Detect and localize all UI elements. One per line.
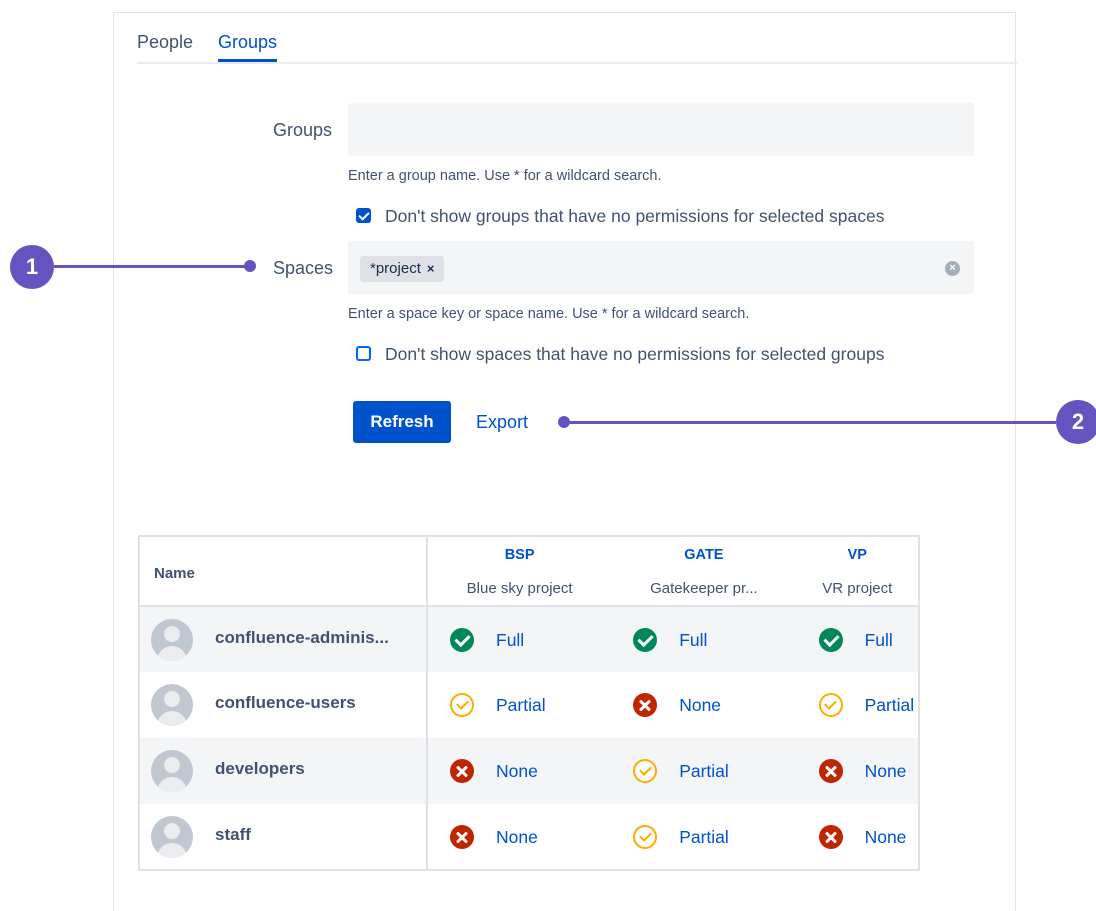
space-key-link[interactable]: VP — [797, 547, 918, 563]
avatar — [151, 816, 193, 858]
permission-cell: Partial — [427, 672, 611, 738]
clear-icon[interactable]: × — [945, 261, 960, 276]
name-column-header: Name — [139, 536, 428, 607]
group-name: developers — [215, 759, 305, 778]
tag-remove-icon[interactable]: × — [427, 261, 435, 276]
hide-empty-groups-label: Don't show groups that have no permissio… — [385, 206, 885, 226]
space-column-header: BSP Blue sky project — [427, 536, 612, 607]
group-cell: staff — [139, 804, 428, 870]
permission-link[interactable]: Full — [865, 628, 893, 652]
avatar — [151, 619, 193, 661]
group-cell: confluence-users — [139, 672, 428, 738]
groups-help-text: Enter a group name. Use * for a wildcard… — [348, 168, 662, 184]
permission-link[interactable]: Partial — [679, 759, 729, 783]
space-tag: *project × — [360, 256, 445, 282]
callout-1-line — [54, 265, 250, 268]
permission-link[interactable]: Partial — [865, 693, 915, 717]
tab-groups[interactable]: Groups — [218, 32, 278, 62]
permission-link[interactable]: Full — [496, 628, 524, 652]
full-permission-icon — [818, 628, 843, 652]
hide-empty-spaces-checkbox[interactable] — [356, 346, 371, 361]
permission-link[interactable]: Partial — [496, 693, 546, 717]
export-link[interactable]: Export — [476, 412, 528, 433]
no-permission-icon — [450, 759, 474, 783]
callout-1-marker: 1 — [10, 245, 54, 289]
groups-label: Groups — [273, 120, 333, 140]
permission-cell: Partial — [611, 738, 796, 804]
refresh-button[interactable]: Refresh — [353, 401, 451, 443]
table-row: staff None Partial None — [139, 804, 919, 870]
hide-empty-spaces-label: Don't show spaces that have no permissio… — [385, 344, 885, 364]
space-column-header: GATE Gatekeeper pr... — [611, 536, 797, 607]
group-cell: developers — [139, 738, 428, 804]
group-cell: confluence-adminis... — [139, 606, 428, 672]
name-header-label: Name — [154, 565, 195, 582]
permission-cell: None — [797, 738, 919, 804]
permission-link[interactable]: None — [496, 825, 538, 849]
no-permission-icon — [450, 825, 474, 849]
permission-link[interactable]: None — [865, 825, 907, 849]
table-row: confluence-adminis... Full Full Full — [139, 606, 919, 672]
space-key-link[interactable]: GATE — [611, 547, 796, 563]
callout-2-line — [564, 421, 1056, 424]
tab-bar: People Groups — [137, 30, 1017, 64]
space-column-header: VP VR project — [796, 536, 919, 607]
permission-link[interactable]: None — [679, 693, 721, 717]
avatar — [151, 684, 193, 726]
table-row: confluence-users Partial None Partial — [139, 672, 919, 738]
group-name: confluence-adminis... — [215, 628, 389, 647]
space-name: Gatekeeper pr... — [650, 580, 758, 597]
no-permission-icon — [633, 693, 658, 717]
group-name: confluence-users — [215, 693, 356, 712]
space-tag-label: *project — [370, 260, 421, 277]
group-name: staff — [215, 825, 251, 844]
permission-cell: Full — [797, 606, 919, 672]
permission-link[interactable]: None — [865, 759, 907, 783]
permission-cell: Full — [427, 606, 611, 672]
no-permission-icon — [818, 825, 843, 849]
permission-cell: Partial — [611, 804, 796, 870]
groups-input[interactable] — [348, 103, 974, 156]
space-name: Blue sky project — [466, 580, 573, 597]
spaces-label: Spaces — [273, 258, 334, 278]
spaces-help-text: Enter a space key or space name. Use * f… — [348, 306, 750, 322]
space-key-link[interactable]: BSP — [428, 547, 611, 563]
avatar — [151, 750, 193, 792]
partial-permission-icon — [633, 825, 658, 849]
table-row: developers None Partial None — [139, 738, 919, 804]
callout-1-dot — [244, 260, 256, 272]
no-permission-icon — [818, 759, 843, 783]
space-name: VR project — [822, 580, 893, 597]
table-header-row: Name BSP Blue sky project GATE Gatekeepe… — [139, 536, 919, 607]
callout-2-marker: 2 — [1056, 400, 1096, 444]
partial-permission-icon — [633, 759, 658, 783]
permission-cell: None — [797, 804, 919, 870]
hide-empty-groups-checkbox[interactable] — [356, 208, 371, 223]
full-permission-icon — [633, 628, 658, 652]
partial-permission-icon — [818, 693, 843, 717]
permissions-table: Name BSP Blue sky project GATE Gatekeepe… — [138, 535, 920, 871]
callout-2-dot — [558, 416, 570, 428]
tab-people[interactable]: People — [137, 32, 193, 53]
permission-cell: Full — [611, 606, 796, 672]
permission-cell: None — [427, 738, 611, 804]
permission-cell: None — [427, 804, 611, 870]
full-permission-icon — [450, 628, 474, 652]
permission-link[interactable]: Full — [679, 628, 707, 652]
permission-link[interactable]: Partial — [679, 825, 729, 849]
permission-cell: None — [611, 672, 796, 738]
partial-permission-icon — [450, 693, 474, 717]
permission-link[interactable]: None — [496, 759, 538, 783]
permission-cell: Partial — [797, 672, 919, 738]
